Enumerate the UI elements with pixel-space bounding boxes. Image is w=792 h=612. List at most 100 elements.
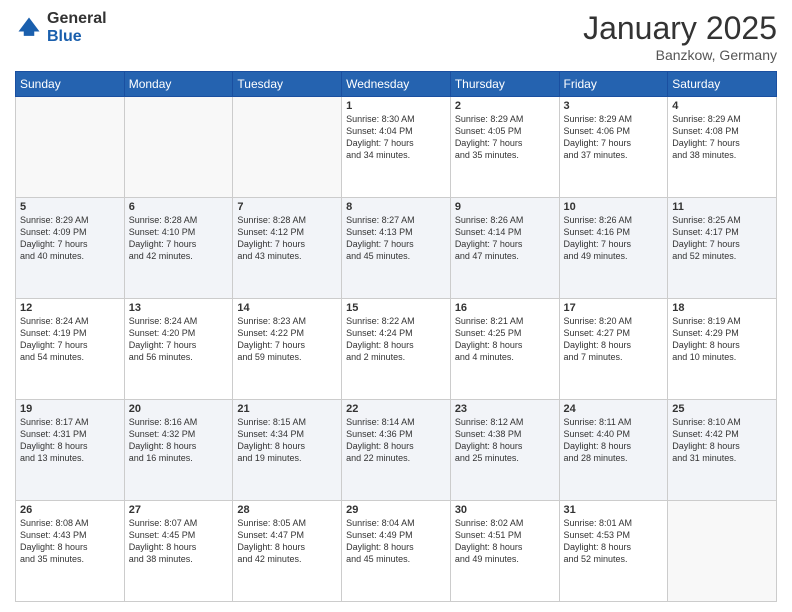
day-info: Sunrise: 8:30 AM Sunset: 4:04 PM Dayligh…: [346, 113, 446, 162]
day-number: 31: [564, 504, 664, 516]
table-cell: [233, 97, 342, 198]
table-cell: 3Sunrise: 8:29 AM Sunset: 4:06 PM Daylig…: [559, 97, 668, 198]
day-number: 14: [237, 302, 337, 314]
table-cell: 26Sunrise: 8:08 AM Sunset: 4:43 PM Dayli…: [16, 501, 125, 602]
col-tuesday: Tuesday: [233, 72, 342, 97]
table-cell: [16, 97, 125, 198]
day-info: Sunrise: 8:07 AM Sunset: 4:45 PM Dayligh…: [129, 517, 229, 566]
day-number: 27: [129, 504, 229, 516]
day-number: 9: [455, 201, 555, 213]
day-number: 4: [672, 100, 772, 112]
table-cell: 20Sunrise: 8:16 AM Sunset: 4:32 PM Dayli…: [124, 400, 233, 501]
col-monday: Monday: [124, 72, 233, 97]
day-number: 24: [564, 403, 664, 415]
day-info: Sunrise: 8:28 AM Sunset: 4:12 PM Dayligh…: [237, 214, 337, 263]
logo-text: General Blue: [47, 10, 107, 45]
day-number: 3: [564, 100, 664, 112]
day-number: 19: [20, 403, 120, 415]
day-info: Sunrise: 8:24 AM Sunset: 4:19 PM Dayligh…: [20, 315, 120, 364]
table-cell: 17Sunrise: 8:20 AM Sunset: 4:27 PM Dayli…: [559, 299, 668, 400]
table-cell: 6Sunrise: 8:28 AM Sunset: 4:10 PM Daylig…: [124, 198, 233, 299]
calendar-week-2: 5Sunrise: 8:29 AM Sunset: 4:09 PM Daylig…: [16, 198, 777, 299]
day-info: Sunrise: 8:27 AM Sunset: 4:13 PM Dayligh…: [346, 214, 446, 263]
col-wednesday: Wednesday: [342, 72, 451, 97]
day-number: 13: [129, 302, 229, 314]
table-cell: 19Sunrise: 8:17 AM Sunset: 4:31 PM Dayli…: [16, 400, 125, 501]
header: General Blue January 2025 Banzkow, Germa…: [15, 10, 777, 63]
day-number: 21: [237, 403, 337, 415]
table-cell: 1Sunrise: 8:30 AM Sunset: 4:04 PM Daylig…: [342, 97, 451, 198]
day-info: Sunrise: 8:25 AM Sunset: 4:17 PM Dayligh…: [672, 214, 772, 263]
table-cell: 7Sunrise: 8:28 AM Sunset: 4:12 PM Daylig…: [233, 198, 342, 299]
col-sunday: Sunday: [16, 72, 125, 97]
table-cell: 8Sunrise: 8:27 AM Sunset: 4:13 PM Daylig…: [342, 198, 451, 299]
day-info: Sunrise: 8:02 AM Sunset: 4:51 PM Dayligh…: [455, 517, 555, 566]
table-cell: 28Sunrise: 8:05 AM Sunset: 4:47 PM Dayli…: [233, 501, 342, 602]
day-info: Sunrise: 8:26 AM Sunset: 4:16 PM Dayligh…: [564, 214, 664, 263]
day-number: 23: [455, 403, 555, 415]
day-number: 6: [129, 201, 229, 213]
day-info: Sunrise: 8:15 AM Sunset: 4:34 PM Dayligh…: [237, 416, 337, 465]
day-info: Sunrise: 8:29 AM Sunset: 4:05 PM Dayligh…: [455, 113, 555, 162]
day-number: 25: [672, 403, 772, 415]
calendar-week-1: 1Sunrise: 8:30 AM Sunset: 4:04 PM Daylig…: [16, 97, 777, 198]
day-number: 17: [564, 302, 664, 314]
day-info: Sunrise: 8:28 AM Sunset: 4:10 PM Dayligh…: [129, 214, 229, 263]
day-number: 30: [455, 504, 555, 516]
day-info: Sunrise: 8:29 AM Sunset: 4:09 PM Dayligh…: [20, 214, 120, 263]
day-info: Sunrise: 8:11 AM Sunset: 4:40 PM Dayligh…: [564, 416, 664, 465]
day-info: Sunrise: 8:05 AM Sunset: 4:47 PM Dayligh…: [237, 517, 337, 566]
day-number: 11: [672, 201, 772, 213]
location: Banzkow, Germany: [583, 47, 777, 63]
day-info: Sunrise: 8:23 AM Sunset: 4:22 PM Dayligh…: [237, 315, 337, 364]
day-number: 10: [564, 201, 664, 213]
logo: General Blue: [15, 10, 107, 45]
day-info: Sunrise: 8:14 AM Sunset: 4:36 PM Dayligh…: [346, 416, 446, 465]
table-cell: 23Sunrise: 8:12 AM Sunset: 4:38 PM Dayli…: [450, 400, 559, 501]
day-info: Sunrise: 8:10 AM Sunset: 4:42 PM Dayligh…: [672, 416, 772, 465]
day-info: Sunrise: 8:19 AM Sunset: 4:29 PM Dayligh…: [672, 315, 772, 364]
table-cell: 5Sunrise: 8:29 AM Sunset: 4:09 PM Daylig…: [16, 198, 125, 299]
table-cell: 21Sunrise: 8:15 AM Sunset: 4:34 PM Dayli…: [233, 400, 342, 501]
table-cell: 16Sunrise: 8:21 AM Sunset: 4:25 PM Dayli…: [450, 299, 559, 400]
day-info: Sunrise: 8:26 AM Sunset: 4:14 PM Dayligh…: [455, 214, 555, 263]
day-number: 16: [455, 302, 555, 314]
table-cell: 12Sunrise: 8:24 AM Sunset: 4:19 PM Dayli…: [16, 299, 125, 400]
table-cell: 29Sunrise: 8:04 AM Sunset: 4:49 PM Dayli…: [342, 501, 451, 602]
table-cell: 24Sunrise: 8:11 AM Sunset: 4:40 PM Dayli…: [559, 400, 668, 501]
title-block: January 2025 Banzkow, Germany: [583, 10, 777, 63]
day-number: 15: [346, 302, 446, 314]
calendar-week-4: 19Sunrise: 8:17 AM Sunset: 4:31 PM Dayli…: [16, 400, 777, 501]
page: General Blue January 2025 Banzkow, Germa…: [0, 0, 792, 612]
logo-blue: Blue: [47, 28, 107, 46]
day-number: 12: [20, 302, 120, 314]
logo-icon: [15, 14, 43, 42]
table-cell: 4Sunrise: 8:29 AM Sunset: 4:08 PM Daylig…: [668, 97, 777, 198]
day-info: Sunrise: 8:17 AM Sunset: 4:31 PM Dayligh…: [20, 416, 120, 465]
day-info: Sunrise: 8:29 AM Sunset: 4:06 PM Dayligh…: [564, 113, 664, 162]
calendar-table: Sunday Monday Tuesday Wednesday Thursday…: [15, 71, 777, 602]
day-number: 29: [346, 504, 446, 516]
day-number: 5: [20, 201, 120, 213]
calendar-header-row: Sunday Monday Tuesday Wednesday Thursday…: [16, 72, 777, 97]
calendar-week-5: 26Sunrise: 8:08 AM Sunset: 4:43 PM Dayli…: [16, 501, 777, 602]
col-saturday: Saturday: [668, 72, 777, 97]
day-info: Sunrise: 8:22 AM Sunset: 4:24 PM Dayligh…: [346, 315, 446, 364]
day-info: Sunrise: 8:12 AM Sunset: 4:38 PM Dayligh…: [455, 416, 555, 465]
logo-general: General: [47, 10, 107, 28]
day-number: 7: [237, 201, 337, 213]
day-number: 20: [129, 403, 229, 415]
table-cell: 25Sunrise: 8:10 AM Sunset: 4:42 PM Dayli…: [668, 400, 777, 501]
day-info: Sunrise: 8:24 AM Sunset: 4:20 PM Dayligh…: [129, 315, 229, 364]
day-info: Sunrise: 8:01 AM Sunset: 4:53 PM Dayligh…: [564, 517, 664, 566]
day-info: Sunrise: 8:21 AM Sunset: 4:25 PM Dayligh…: [455, 315, 555, 364]
table-cell: 22Sunrise: 8:14 AM Sunset: 4:36 PM Dayli…: [342, 400, 451, 501]
col-thursday: Thursday: [450, 72, 559, 97]
day-info: Sunrise: 8:08 AM Sunset: 4:43 PM Dayligh…: [20, 517, 120, 566]
table-cell: 11Sunrise: 8:25 AM Sunset: 4:17 PM Dayli…: [668, 198, 777, 299]
day-number: 26: [20, 504, 120, 516]
table-cell: 31Sunrise: 8:01 AM Sunset: 4:53 PM Dayli…: [559, 501, 668, 602]
table-cell: 14Sunrise: 8:23 AM Sunset: 4:22 PM Dayli…: [233, 299, 342, 400]
table-cell: 30Sunrise: 8:02 AM Sunset: 4:51 PM Dayli…: [450, 501, 559, 602]
day-info: Sunrise: 8:04 AM Sunset: 4:49 PM Dayligh…: [346, 517, 446, 566]
